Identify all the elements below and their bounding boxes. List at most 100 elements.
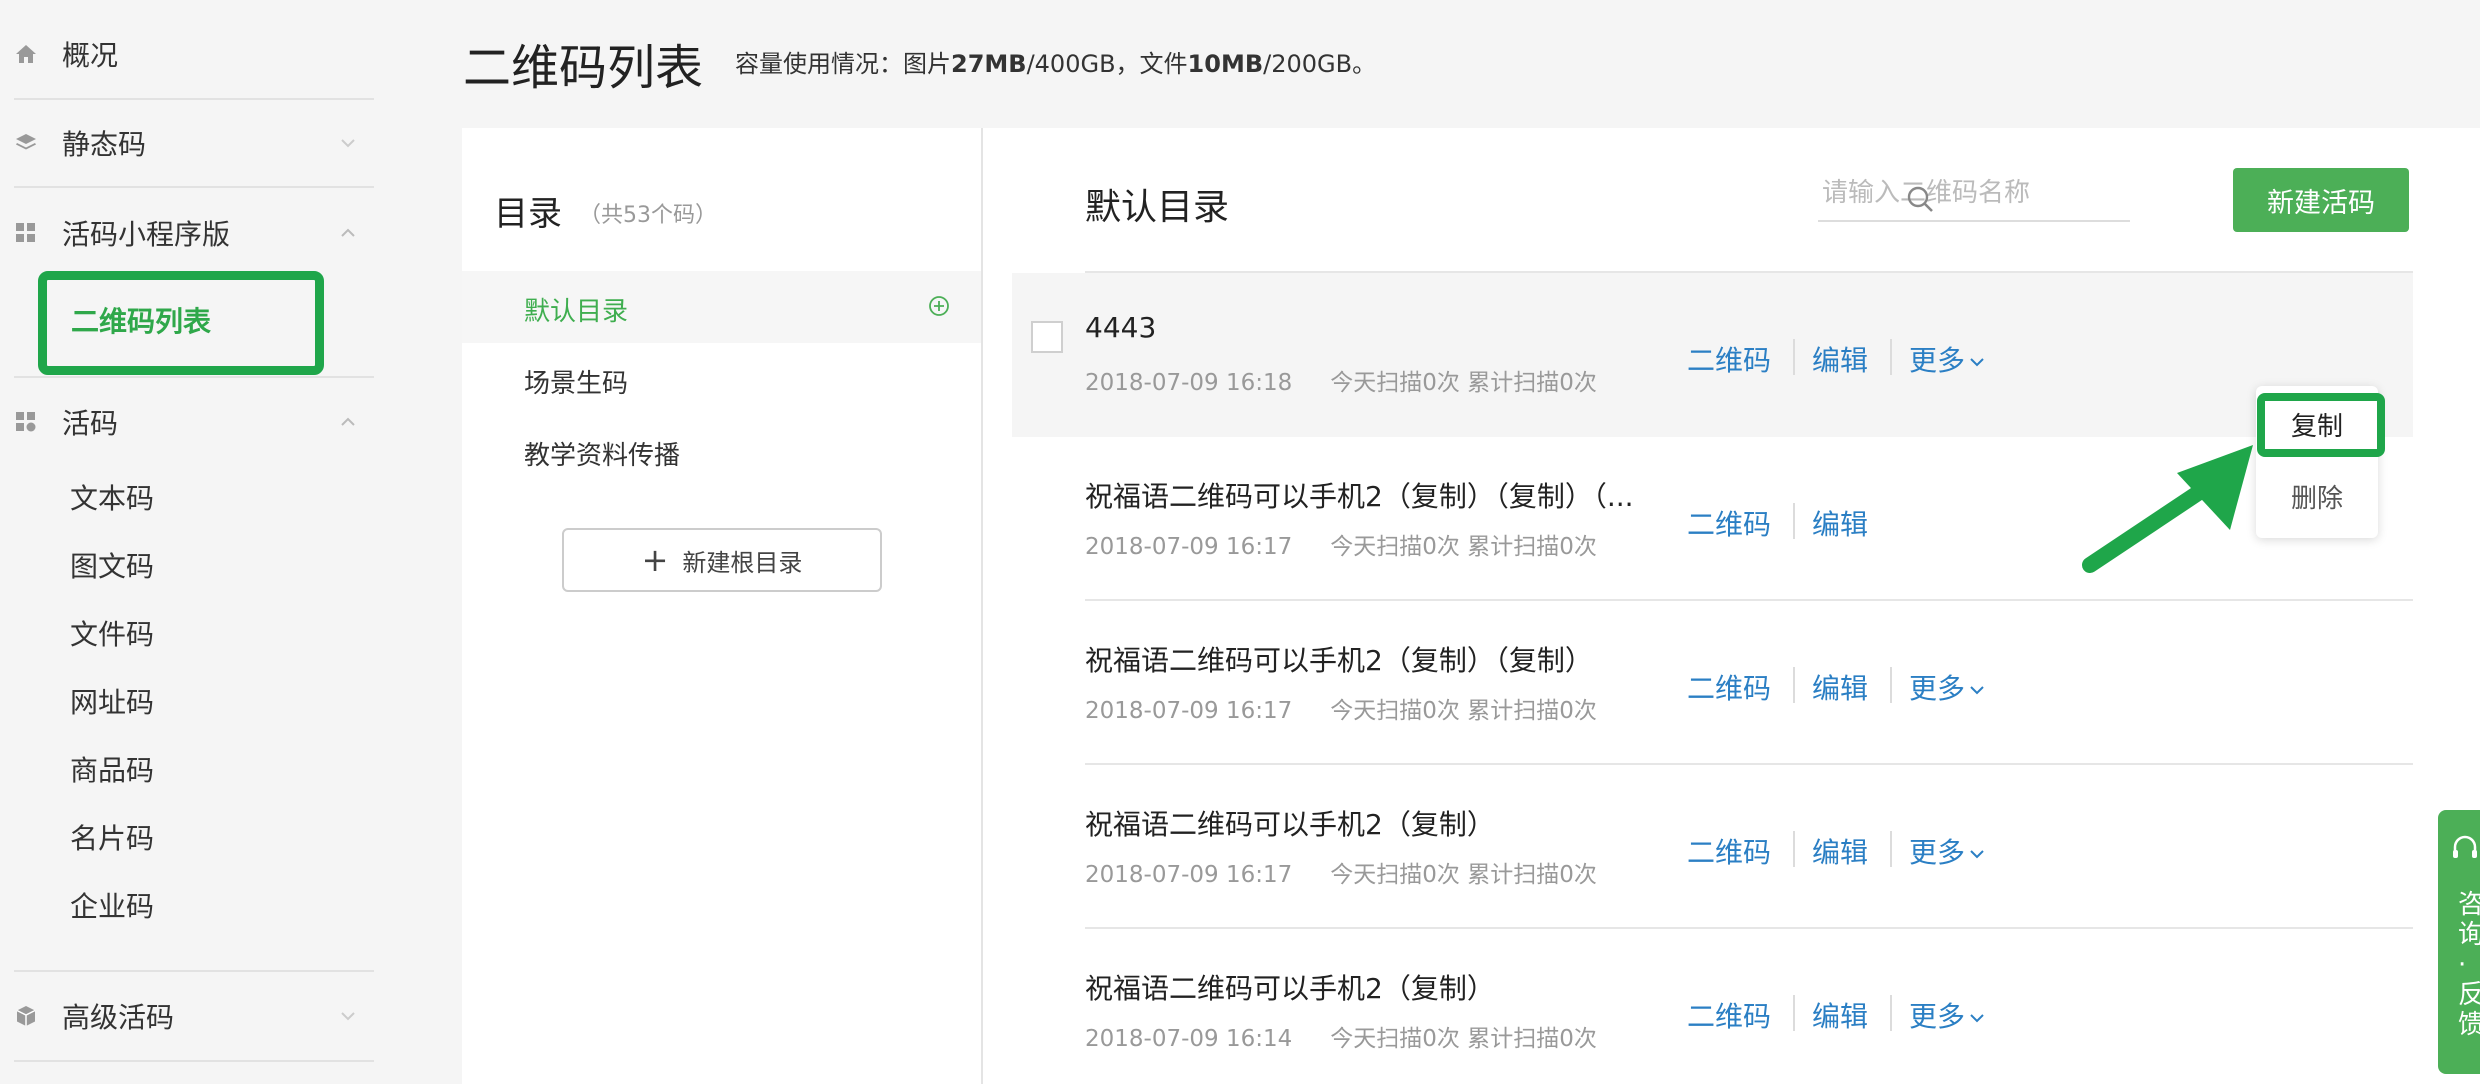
divider [1793, 831, 1795, 867]
edit-link[interactable]: 编辑 [1812, 995, 1868, 1035]
qrcode-link[interactable]: 二维码 [1687, 503, 1771, 543]
more-link[interactable]: 更多 [1909, 667, 1985, 707]
divider [1793, 339, 1795, 375]
new-root-catalog-button[interactable]: + 新建根目录 [562, 528, 882, 592]
nav-static-code[interactable]: 静态码 [14, 113, 374, 173]
qrcode-link[interactable]: 二维码 [1687, 339, 1771, 379]
more-label: 更多 [1909, 1000, 1966, 1033]
divider [14, 970, 374, 972]
plus-icon: + [641, 541, 669, 579]
sidebar-item-card-code[interactable]: 名片码 [70, 819, 154, 859]
more-link[interactable]: 更多 [1909, 339, 1985, 379]
chevron-down-icon [341, 139, 355, 148]
new-dynamic-code-button[interactable]: 新建活码 [2233, 168, 2409, 232]
grid-icon [14, 221, 38, 245]
qr-name[interactable]: 祝福语二维码可以手机2（复制）（复制）（... [1085, 475, 1634, 515]
nav-dynamic-label: 活码 [62, 407, 119, 440]
catalog-panel: 目录 （共53个码） 默认目录 场景生码 教学资料传播 + 新建根目录 [462, 128, 982, 1084]
qr-name[interactable]: 祝福语二维码可以手机2（复制） [1085, 803, 1495, 843]
nav-dynamic[interactable]: 活码 [14, 392, 374, 452]
page-title: 二维码列表 [463, 40, 704, 96]
qr-time: 2018-07-09 16:18 [1085, 370, 1293, 396]
menu-item-delete[interactable]: 删除 [2256, 478, 2378, 515]
divider [1793, 503, 1795, 539]
usage-file-total: /200GB。 [1263, 50, 1377, 78]
chevron-down-icon [1970, 850, 1984, 859]
storage-usage: 容量使用情况：图片27MB/400GB，文件10MB/200GB。 [735, 44, 1376, 79]
sidebar: 概况 静态码 活码小程序版 二维码列表 活码 文本码 图文码 文件码 网址码 商… [0, 0, 380, 1084]
qr-meta: 2018-07-09 16:17 今天扫描0次 累计扫描0次 [1085, 691, 1597, 725]
qr-time: 2018-07-09 16:17 [1085, 534, 1293, 560]
feedback-tab[interactable]: 咨询·反馈 [2438, 810, 2480, 1074]
edit-link[interactable]: 编辑 [1812, 667, 1868, 707]
qrcode-link[interactable]: 二维码 [1687, 995, 1771, 1035]
home-icon [14, 42, 38, 66]
edit-link[interactable]: 编辑 [1812, 831, 1868, 871]
more-label: 更多 [1909, 344, 1966, 377]
catalog-item-default[interactable]: 默认目录 [462, 271, 982, 343]
sidebar-item-text-code[interactable]: 文本码 [70, 479, 154, 519]
list-title: 默认目录 [1085, 187, 1230, 228]
more-dropdown-menu: 复制 删除 [2256, 386, 2378, 538]
search-icon[interactable] [1905, 184, 1935, 214]
qrcode-link[interactable]: 二维码 [1687, 667, 1771, 707]
table-row: 祝福语二维码可以手机2（复制）（复制） 2018-07-09 16:17 今天扫描… [1012, 601, 2413, 765]
qr-time: 2018-07-09 16:17 [1085, 862, 1293, 888]
cube-icon [14, 1004, 38, 1028]
nav-advanced[interactable]: 高级活码 [14, 986, 374, 1046]
qrcode-link[interactable]: 二维码 [1687, 831, 1771, 871]
more-link[interactable]: 更多 [1909, 831, 1985, 871]
nav-overview-label: 概况 [62, 39, 119, 72]
qr-name[interactable]: 4443 [1085, 311, 1156, 344]
divider [1890, 995, 1892, 1031]
qr-list-panel: 默认目录 新建活码 4443 2018-07-09 16:18 今天扫描0次 累计… [983, 128, 2480, 1084]
divider [1890, 831, 1892, 867]
add-circle-icon[interactable] [928, 295, 950, 317]
chevron-down-icon [1970, 358, 1984, 367]
edit-link[interactable]: 编辑 [1812, 503, 1868, 543]
sidebar-item-qr-list[interactable]: 二维码列表 [38, 271, 324, 375]
sidebar-item-enterprise-code[interactable]: 企业码 [70, 887, 154, 927]
usage-file-used: 10MB [1187, 50, 1264, 78]
qr-stats: 今天扫描0次 累计扫描0次 [1330, 862, 1597, 888]
menu-item-copy[interactable]: 复制 [2256, 406, 2378, 443]
layers-icon [14, 131, 38, 155]
sidebar-item-url-code[interactable]: 网址码 [70, 683, 154, 723]
catalog-item-teaching[interactable]: 教学资料传播 [462, 415, 982, 487]
table-row: 祝福语二维码可以手机2（复制） 2018-07-09 16:17 今天扫描0次 累… [1012, 765, 2413, 929]
more-label: 更多 [1909, 672, 1966, 705]
table-row: 祝福语二维码可以手机2（复制） 2018-07-09 16:14 今天扫描0次 累… [1012, 929, 2413, 1084]
search-input[interactable] [1818, 168, 2078, 218]
divider [1793, 667, 1795, 703]
headset-icon [2453, 835, 2477, 858]
more-link[interactable]: 更多 [1909, 995, 1985, 1035]
usage-prefix: 容量使用情况：图片 [735, 50, 951, 78]
sidebar-item-product-code[interactable]: 商品码 [70, 751, 154, 791]
search-box [1818, 168, 2130, 222]
edit-link[interactable]: 编辑 [1812, 339, 1868, 379]
divider [1890, 339, 1892, 375]
chevron-down-icon [1970, 1014, 1984, 1023]
row-checkbox[interactable] [1031, 321, 1063, 353]
nav-miniprogram[interactable]: 活码小程序版 [14, 203, 374, 263]
divider [1890, 667, 1892, 703]
qr-name[interactable]: 祝福语二维码可以手机2（复制）（复制） [1085, 639, 1593, 679]
qr-name[interactable]: 祝福语二维码可以手机2（复制） [1085, 967, 1495, 1007]
qr-meta: 2018-07-09 16:14 今天扫描0次 累计扫描0次 [1085, 1019, 1597, 1053]
catalog-count: （共53个码） [579, 203, 717, 228]
sidebar-item-image-text-code[interactable]: 图文码 [70, 547, 154, 587]
catalog-item-label: 场景生码 [524, 369, 629, 399]
sidebar-item-file-code[interactable]: 文件码 [70, 615, 154, 655]
divider [14, 98, 374, 100]
nav-overview[interactable]: 概况 [14, 24, 374, 84]
catalog-item-scene[interactable]: 场景生码 [462, 343, 982, 415]
dashboard-icon [14, 410, 38, 434]
nav-static-code-label: 静态码 [62, 128, 147, 161]
qr-meta: 2018-07-09 16:17 今天扫描0次 累计扫描0次 [1085, 855, 1597, 889]
chevron-up-icon [341, 417, 355, 426]
qr-stats: 今天扫描0次 累计扫描0次 [1330, 534, 1597, 560]
table-row: 4443 2018-07-09 16:18 今天扫描0次 累计扫描0次 二维码 编… [1012, 273, 2413, 437]
catalog-item-label: 教学资料传播 [524, 441, 681, 471]
qr-meta: 2018-07-09 16:18 今天扫描0次 累计扫描0次 [1085, 363, 1597, 397]
qr-time: 2018-07-09 16:17 [1085, 698, 1293, 724]
